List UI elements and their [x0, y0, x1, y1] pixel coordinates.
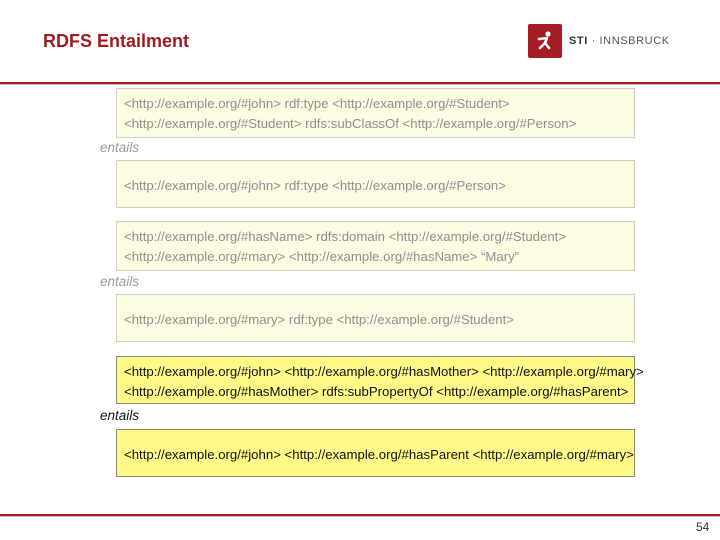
- triple-line: <http://example.org/#mary> <http://examp…: [124, 248, 520, 264]
- logo-brand: STI: [569, 35, 588, 47]
- triple-line: <http://example.org/#hasMother> rdfs:sub…: [124, 383, 629, 399]
- entails-label: entails: [100, 408, 140, 423]
- entails-label: entails: [100, 140, 140, 155]
- page-number: 54: [696, 520, 710, 534]
- triple-line: <http://example.org/#john> <http://examp…: [124, 447, 634, 462]
- triple-line: <http://example.org/#Student> rdfs:subCl…: [124, 115, 577, 131]
- slide-content: <http://example.org/#john> rdf:type <htt…: [95, 85, 645, 489]
- triple-line: <http://example.org/#john> <http://examp…: [124, 364, 644, 379]
- slide-title: RDFS Entailment: [43, 31, 190, 51]
- logo-text: STI · INNSBRUCK: [569, 35, 670, 47]
- logo-separator: ·: [587, 35, 600, 47]
- triple-box-conclusion-1: <http://example.org/#john> rdf:type <htt…: [116, 160, 635, 208]
- triple-line: <http://example.org/#john> rdf:type <htt…: [124, 96, 510, 111]
- triple-line: <http://example.org/#john> rdf:type <htt…: [124, 178, 506, 193]
- logo-org: INNSBRUCK: [599, 35, 670, 47]
- triple-box-premise-2: <http://example.org/#hasName> rdfs:domai…: [116, 221, 635, 271]
- triple-box-conclusion-3: <http://example.org/#john> <http://examp…: [116, 429, 635, 477]
- triple-line: <http://example.org/#mary> rdf:type <htt…: [124, 312, 514, 327]
- triple-line: <http://example.org/#hasName> rdfs:domai…: [124, 229, 567, 244]
- footer-rule-shadow: [0, 516, 720, 517]
- entails-label: entails: [100, 274, 140, 289]
- sti-innsbruck-logo: STI · INNSBRUCK: [528, 23, 670, 59]
- triple-box-premise-1: <http://example.org/#john> rdf:type <htt…: [116, 88, 635, 138]
- running-person-icon: [528, 24, 562, 58]
- triple-box-premise-3: <http://example.org/#john> <http://examp…: [116, 356, 644, 404]
- triple-box-conclusion-2: <http://example.org/#mary> rdf:type <htt…: [116, 294, 635, 342]
